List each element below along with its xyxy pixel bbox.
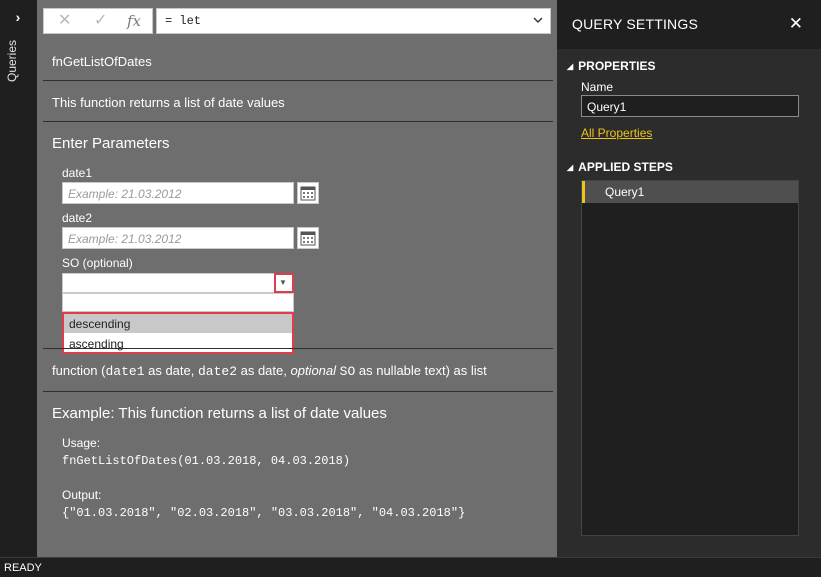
usage-code: fnGetListOfDates(01.03.2018, 04.03.2018) [62,454,351,468]
date2-input[interactable]: Example: 21.03.2012 [62,227,294,249]
all-properties-link[interactable]: All Properties [581,126,652,140]
collapse-triangle-icon: ◢ [567,62,574,71]
function-name: fnGetListOfDates [52,54,152,69]
enter-parameters-title: Enter Parameters [52,135,170,152]
divider [43,80,553,81]
divider [43,348,553,349]
so-dropdown-toggle[interactable]: ▼ [274,273,294,293]
divider [43,121,553,122]
signature-optional: optional [290,363,337,378]
so-option-ascending[interactable]: ascending [64,334,292,353]
name-label: Name [581,80,614,94]
properties-header-label: PROPERTIES [578,59,656,73]
queries-rail[interactable]: › Queries [0,0,37,557]
query-settings-pane: QUERY SETTINGS ✕ ◢ PROPERTIES Name Query1… [557,0,821,557]
signature-param-date1: date1 [105,364,145,379]
applied-steps-list: Query1 [581,180,799,536]
so-option-blank[interactable] [62,293,294,312]
fx-icon[interactable]: fx [127,13,141,29]
usage-label: Usage: [62,436,101,450]
collapse-triangle-icon: ◢ [567,163,574,172]
date1-placeholder: Example: 21.03.2012 [68,187,182,201]
output-code: {"01.03.2018", "02.03.2018", "03.03.2018… [62,506,466,520]
example-title: Example: This function returns a list of… [52,405,387,422]
signature-param-date2: date2 [197,364,237,379]
formula-text: = let [165,14,202,28]
signature-param-so: SO [339,364,356,379]
function-signature: function (date1 as date, date2 as date, … [52,363,487,379]
status-bar: READY [0,557,821,577]
query-settings-title: QUERY SETTINGS [572,16,698,32]
formula-bar-buttons: ✕ ✓ fx [43,8,153,34]
formula-input[interactable]: = let [156,8,551,34]
calendar-icon [300,186,316,201]
query-settings-header: QUERY SETTINGS ✕ [557,0,821,49]
chevron-right-icon[interactable]: › [11,10,25,24]
date1-calendar-button[interactable] [297,182,319,204]
date2-calendar-button[interactable] [297,227,319,249]
signature-prefix: function ( [52,363,106,378]
so-option-descending[interactable]: descending [64,314,292,333]
function-description: This function returns a list of date val… [52,95,285,110]
date1-input[interactable]: Example: 21.03.2012 [62,182,294,204]
applied-steps-header-label: APPLIED STEPS [578,160,673,174]
chevron-down-icon: ▼ [279,278,287,287]
param-label-date2: date2 [62,211,93,225]
close-icon[interactable]: ✕ [58,13,71,29]
queries-pane-label[interactable]: Queries [5,40,19,82]
divider [43,391,553,392]
signature-type2: as date, [237,363,291,378]
output-label: Output: [62,488,102,502]
signature-type1: as date, [144,363,198,378]
query-name-input[interactable]: Query1 [581,95,799,117]
status-text: READY [4,562,42,574]
properties-section-header[interactable]: ◢ PROPERTIES [567,59,656,73]
param-label-so: SO (optional) [62,256,133,270]
function-invoke-panel: ✕ ✓ fx = let fnGetListOfDates This funct… [37,0,557,557]
close-icon[interactable]: ✕ [789,14,803,34]
checkmark-icon[interactable]: ✓ [94,13,107,29]
chevron-down-icon[interactable] [533,15,543,25]
applied-step-item[interactable]: Query1 [582,181,798,203]
so-dropdown[interactable] [62,273,294,293]
calendar-icon [300,231,316,246]
applied-steps-section-header[interactable]: ◢ APPLIED STEPS [567,160,673,174]
formula-bar: ✕ ✓ fx = let [43,8,551,34]
signature-type3: as nullable text) as list [355,363,487,378]
param-label-date1: date1 [62,166,93,180]
date2-placeholder: Example: 21.03.2012 [68,232,182,246]
